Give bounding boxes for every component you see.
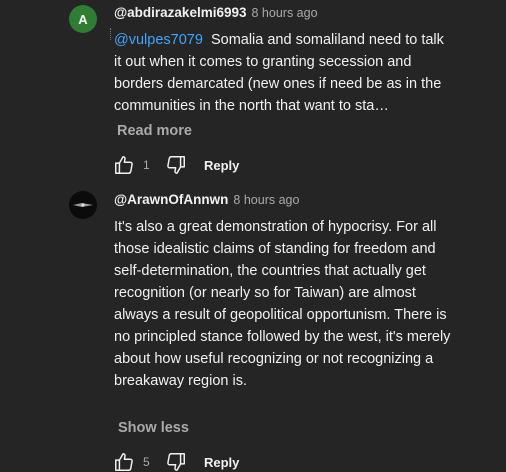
avatar-initial: A: [78, 11, 88, 27]
comment-header: @abdirazakelmi6993 8 hours ago: [114, 5, 318, 20]
thumb-up-icon: [115, 453, 133, 471]
like-count: 5: [143, 455, 150, 469]
thumb-down-icon: [167, 453, 185, 471]
comment-actions: 1 Reply: [112, 153, 239, 177]
like-button[interactable]: [112, 153, 136, 177]
reply-button[interactable]: Reply: [204, 158, 239, 173]
like-count: 1: [143, 158, 150, 172]
dislike-button[interactable]: [164, 450, 188, 472]
mention-link[interactable]: @vulpes7079: [114, 32, 203, 48]
comment-text: It's also a great demonstration of hypoc…: [114, 216, 454, 392]
comment-body: It's also a great demonstration of hypoc…: [114, 219, 451, 389]
avatar[interactable]: A: [69, 5, 97, 33]
dislike-button[interactable]: [164, 153, 188, 177]
comment-actions: 5 Reply: [112, 450, 239, 472]
reply-button[interactable]: Reply: [204, 455, 239, 470]
read-more-button[interactable]: Read more: [117, 123, 192, 139]
timestamp[interactable]: 8 hours ago: [233, 193, 299, 207]
avatar[interactable]: [69, 191, 97, 219]
avatar-image: [69, 191, 97, 219]
author-name[interactable]: @ArawnOfAnnwn: [114, 192, 228, 207]
like-button[interactable]: [112, 450, 136, 472]
reply-marker: [110, 28, 112, 40]
timestamp[interactable]: 8 hours ago: [252, 6, 318, 20]
show-less-button[interactable]: Show less: [118, 420, 189, 436]
thumb-down-icon: [167, 156, 185, 174]
comment-header: @ArawnOfAnnwn 8 hours ago: [114, 192, 299, 207]
comment-text: @vulpes7079 Somalia and somaliland need …: [114, 29, 454, 117]
author-name[interactable]: @abdirazakelmi6993: [114, 5, 247, 20]
thumb-up-icon: [115, 156, 133, 174]
